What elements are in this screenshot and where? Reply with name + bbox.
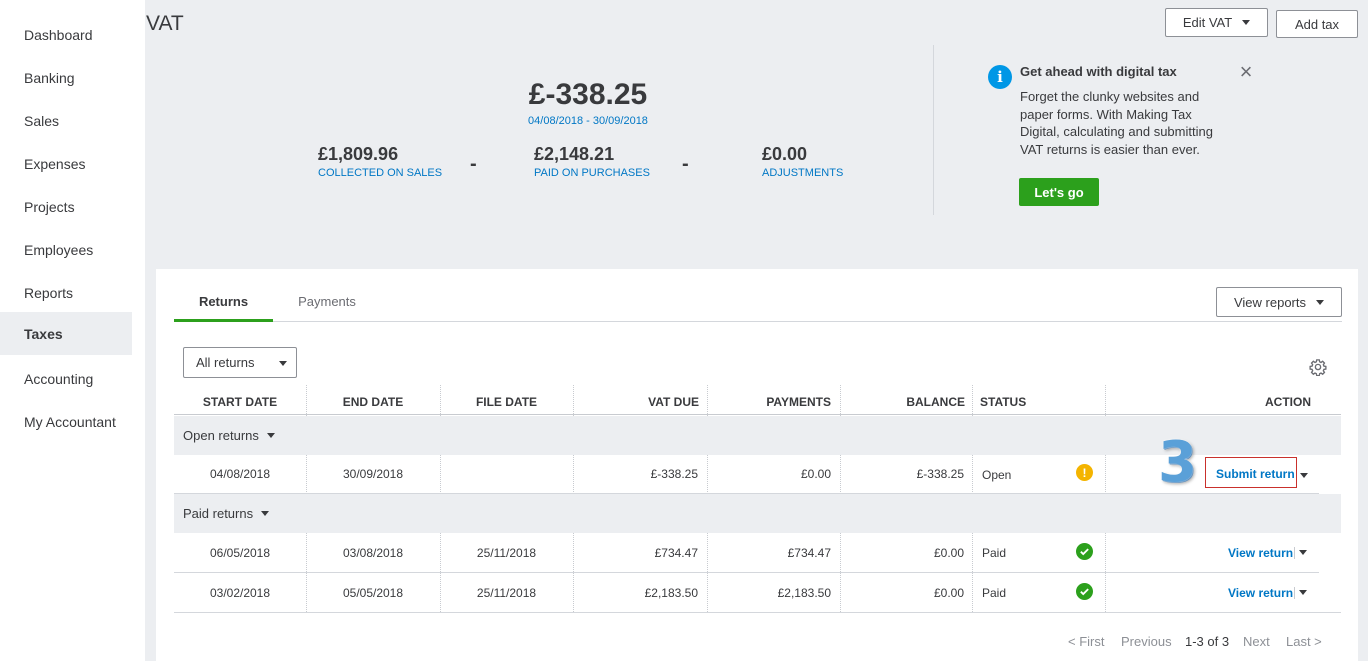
group-label: Paid returns (183, 506, 254, 521)
chevron-down-icon (261, 511, 270, 516)
minus-operator: - (682, 153, 689, 175)
tab-returns[interactable]: Returns (174, 281, 273, 321)
filter-selected-value: All returns (196, 355, 255, 370)
returns-filter-select[interactable]: All returns (183, 347, 297, 378)
sidebar-item-taxes[interactable]: Taxes (0, 312, 132, 355)
paid-label[interactable]: PAID ON PURCHASES (534, 167, 650, 179)
page-title: VAT (146, 12, 184, 35)
check-icon (1076, 583, 1093, 600)
add-tax-label: Add tax (1294, 16, 1340, 32)
cell-balance: £-338.25 (916, 467, 964, 481)
cell-vat-due: £2,183.50 (644, 586, 698, 600)
column-header-start-date[interactable]: START DATE (174, 395, 306, 409)
pager-next[interactable]: Next (1243, 634, 1270, 649)
cell-vat-due: £734.47 (654, 546, 698, 560)
group-label: Open returns (183, 428, 259, 443)
lets-go-button[interactable]: Let's go (1019, 178, 1099, 206)
pager-first[interactable]: < First (1068, 634, 1104, 649)
view-reports-label: View reports (1233, 294, 1306, 310)
cell-end-date: 05/05/2018 (342, 586, 404, 600)
collected-label[interactable]: COLLECTED ON SALES (318, 167, 442, 179)
column-header-status[interactable]: STATUS (980, 395, 1026, 409)
cell-file-date: 25/11/2018 (476, 546, 537, 560)
paid-amount: £2,148.21 (534, 144, 615, 164)
sidebar-item-banking[interactable]: Banking (0, 56, 132, 99)
row-divider (174, 572, 1319, 573)
tab-active-indicator (174, 319, 273, 322)
tab-payments[interactable]: Payments (273, 281, 381, 321)
gear-icon[interactable] (1309, 358, 1327, 376)
view-reports-button[interactable]: View reports (1216, 287, 1342, 317)
chevron-down-icon (1316, 299, 1324, 305)
pager-last[interactable]: Last > (1286, 634, 1322, 649)
cell-payments: £0.00 (800, 467, 831, 481)
view-return-link[interactable]: View return (1228, 586, 1293, 600)
column-header-balance[interactable]: BALANCE (840, 395, 965, 409)
promo-text: Forget the clunky websites and paper for… (1020, 89, 1213, 157)
cell-status: Open (982, 468, 1012, 482)
vat-period[interactable]: 04/08/2018 - 30/09/2018 (440, 115, 736, 127)
pager-previous[interactable]: Previous (1121, 634, 1172, 649)
close-icon[interactable]: × (1236, 61, 1256, 83)
sidebar-item-accounting[interactable]: Accounting (0, 357, 132, 400)
sidebar-item-sales[interactable]: Sales (0, 99, 132, 142)
cell-file-date: 25/11/2018 (476, 586, 537, 600)
cell-balance: £0.00 (933, 546, 964, 560)
edit-vat-label: Edit VAT (1182, 15, 1233, 30)
cell-start-date: 03/02/2018 (209, 586, 271, 600)
column-header-action: ACTION (1265, 395, 1311, 409)
minus-operator: - (470, 153, 477, 175)
column-header-end-date[interactable]: END DATE (306, 395, 440, 409)
view-return-link[interactable]: View return (1228, 546, 1293, 560)
cell-payments: £2,183.50 (777, 586, 831, 600)
cell-payments: £734.47 (787, 546, 831, 560)
column-header-vat-due[interactable]: VAT DUE (573, 395, 699, 409)
collected-amount: £1,809.96 (318, 144, 399, 164)
submit-return-link[interactable]: Submit return (1216, 467, 1295, 481)
adjustments-label[interactable]: ADJUSTMENTS (762, 167, 843, 179)
cell-status: Paid (982, 546, 1007, 560)
cell-start-date: 06/05/2018 (209, 546, 271, 560)
cell-end-date: 30/09/2018 (342, 467, 404, 481)
action-separator (1294, 587, 1295, 599)
sidebar-item-my-accountant[interactable]: My Accountant (0, 400, 132, 443)
header-divider (174, 414, 1341, 415)
chevron-down-icon[interactable] (1299, 590, 1307, 595)
chevron-down-icon[interactable] (1300, 473, 1308, 478)
tab-divider (174, 321, 1342, 322)
edit-vat-button[interactable]: Edit VAT (1165, 8, 1268, 37)
cell-start-date: 04/08/2018 (209, 467, 271, 481)
column-header-payments[interactable]: PAYMENTS (707, 395, 831, 409)
cell-status: Paid (982, 586, 1007, 600)
chevron-down-icon (1242, 20, 1251, 25)
table-bottom-divider (174, 612, 1341, 613)
sidebar-item-expenses[interactable]: Expenses (0, 142, 132, 185)
summary-divider (933, 45, 934, 215)
cell-vat-due: £-338.25 (650, 467, 698, 481)
action-separator (1294, 547, 1295, 559)
info-icon: i (988, 65, 1012, 89)
cell-balance: £0.00 (933, 586, 964, 600)
sidebar-item-reports[interactable]: Reports (0, 271, 132, 314)
net-vat-amount: £-338.25 (528, 78, 648, 111)
column-header-file-date[interactable]: FILE DATE (440, 395, 573, 409)
adjustments-amount: £0.00 (762, 144, 808, 164)
sidebar-item-projects[interactable]: Projects (0, 185, 132, 228)
step-number-annotation: 3 (1158, 430, 1197, 495)
cell-end-date: 03/08/2018 (342, 546, 404, 560)
chevron-down-icon[interactable] (1299, 550, 1307, 555)
add-tax-button[interactable]: Add tax (1276, 10, 1358, 38)
sidebar-item-employees[interactable]: Employees (0, 228, 132, 271)
warning-icon: ! (1076, 464, 1093, 481)
sidebar-item-dashboard[interactable]: Dashboard (0, 13, 132, 56)
promo-title: Get ahead with digital tax (1020, 64, 1177, 79)
chevron-down-icon (266, 433, 275, 438)
sidebar: Dashboard Banking Sales Expenses Project… (0, 0, 145, 661)
chevron-down-icon (279, 361, 287, 366)
pager-range: 1-3 of 3 (1185, 634, 1230, 649)
check-icon (1076, 543, 1093, 560)
group-paid-returns[interactable]: Paid returns (174, 494, 1341, 533)
